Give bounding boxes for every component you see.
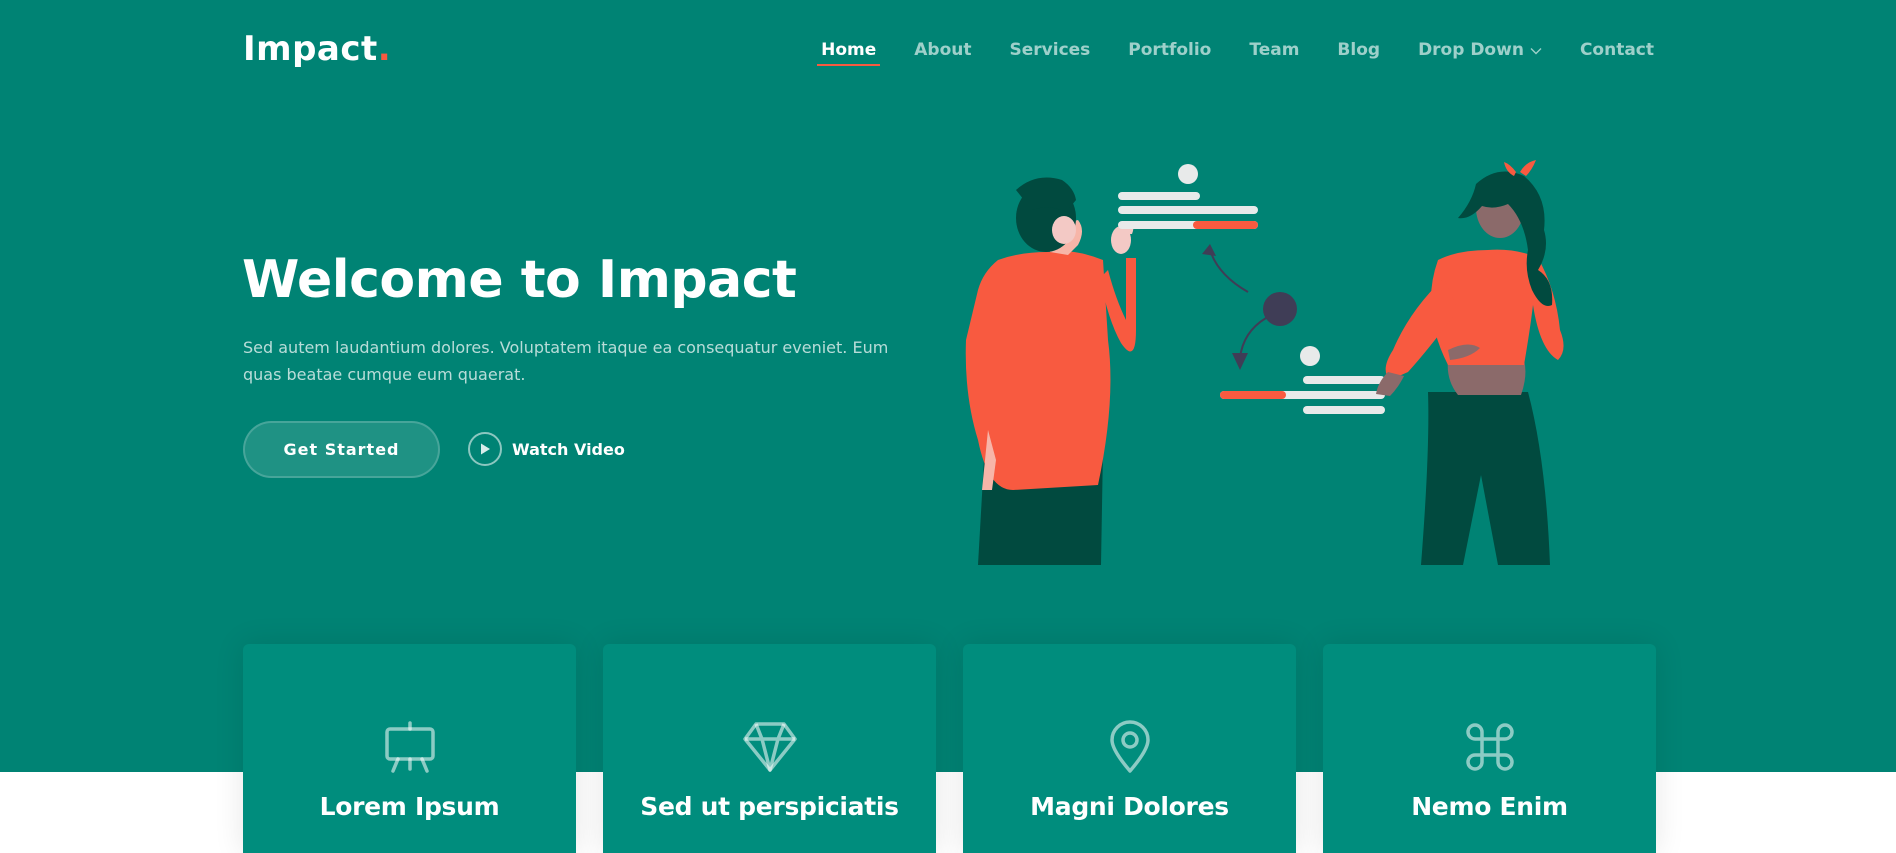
nav-home[interactable]: Home	[817, 40, 881, 66]
center-diagram	[1118, 164, 1385, 414]
chevron-down-icon	[1530, 40, 1542, 60]
gem-icon	[742, 720, 798, 774]
card-sed-ut-perspiciatis[interactable]: Sed ut perspiciatis	[603, 644, 936, 853]
logo-dot: .	[377, 29, 392, 69]
hero-title: Welcome to Impact	[242, 250, 797, 310]
nav-team[interactable]: Team	[1249, 40, 1299, 60]
nav-dropdown-label[interactable]: Drop Down	[1418, 40, 1524, 60]
easel-icon	[384, 720, 436, 774]
card-magni-dolores[interactable]: Magni Dolores	[963, 644, 1296, 853]
main-nav: Home About Services Portfolio Team Blog …	[817, 36, 1654, 66]
play-icon[interactable]	[468, 432, 502, 466]
nav-dropdown[interactable]: Drop Down	[1418, 40, 1542, 60]
card-title: Nemo Enim	[1411, 792, 1568, 821]
card-title: Sed ut perspiciatis	[640, 792, 899, 821]
card-title: Lorem Ipsum	[319, 792, 500, 821]
map-pin-icon	[1109, 720, 1151, 774]
nav-contact[interactable]: Contact	[1580, 40, 1654, 60]
hero-description: Sed autem laudantium dolores. Voluptatem…	[243, 338, 889, 384]
nav-portfolio[interactable]: Portfolio	[1128, 40, 1211, 60]
card-title: Magni Dolores	[1030, 792, 1229, 821]
nav-blog[interactable]: Blog	[1337, 40, 1380, 60]
man-figure	[965, 177, 1136, 565]
logo-text[interactable]: Impact	[243, 29, 378, 69]
watch-video-button[interactable]: Watch Video	[468, 430, 625, 468]
card-lorem-ipsum[interactable]: Lorem Ipsum	[243, 644, 576, 853]
site-logo[interactable]: Impact.	[243, 26, 391, 72]
get-started-button[interactable]: Get Started	[243, 421, 440, 478]
card-nemo-enim[interactable]: Nemo Enim	[1323, 644, 1656, 853]
watch-video-label[interactable]: Watch Video	[512, 440, 625, 459]
command-icon	[1464, 720, 1516, 774]
nav-about[interactable]: About	[914, 40, 971, 60]
nav-services[interactable]: Services	[1010, 40, 1091, 60]
woman-figure	[1376, 160, 1564, 565]
hero-illustration	[965, 160, 1564, 565]
